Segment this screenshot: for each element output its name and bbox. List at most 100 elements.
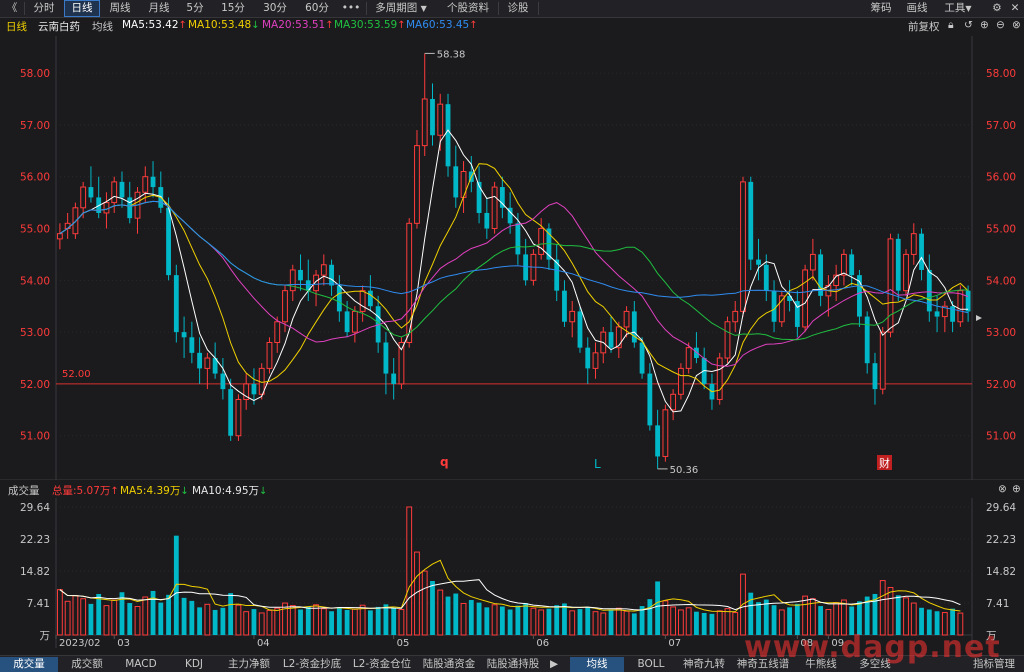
tab-magic-nine[interactable]: 神奇九转 bbox=[678, 657, 730, 672]
ma20-text: MA20:53.51 bbox=[262, 19, 326, 31]
multi-period-label: 多周期图 bbox=[375, 2, 418, 14]
tab-zhouxian[interactable]: 周线 bbox=[104, 1, 136, 16]
y-tick-label-right: 52.00 bbox=[986, 379, 1016, 391]
zoom-in-icon[interactable]: ⊕ bbox=[980, 19, 989, 31]
candle-body bbox=[220, 373, 226, 390]
candle-body bbox=[414, 145, 420, 224]
gear-icon[interactable]: ⚙ bbox=[990, 1, 1004, 16]
x-axis-label: 03 bbox=[117, 638, 130, 649]
tab-macd[interactable]: MACD bbox=[116, 657, 166, 672]
volume-bar bbox=[251, 609, 257, 635]
zoom-out-icon[interactable]: ⊖ bbox=[996, 19, 1005, 31]
tab-turnover[interactable]: 成交额 bbox=[60, 657, 114, 672]
caret-down-icon: ▼ bbox=[420, 4, 427, 13]
tools-dropdown[interactable]: 工具▼ bbox=[938, 1, 978, 16]
scroll-right-icon[interactable]: ▶ bbox=[546, 657, 562, 672]
tab-60min[interactable]: 60分 bbox=[300, 1, 334, 16]
volume-bar bbox=[608, 609, 614, 635]
volume-bar bbox=[453, 593, 459, 635]
candle-body bbox=[538, 228, 545, 255]
candle-body bbox=[662, 409, 669, 457]
stock-profile-button[interactable]: 个股资料 bbox=[440, 1, 496, 16]
volume-y-tick-right: 22.23 bbox=[986, 534, 1016, 546]
tab-main-net[interactable]: 主力净额 bbox=[222, 657, 276, 672]
close-icon[interactable]: ⊗ bbox=[998, 483, 1007, 495]
undo-icon[interactable]: ↺ bbox=[964, 19, 973, 31]
draw-line-button[interactable]: 画线 bbox=[902, 1, 932, 16]
tab-yuexian[interactable]: 月线 bbox=[142, 1, 176, 16]
candle-body bbox=[181, 332, 187, 338]
volume-bar bbox=[538, 609, 545, 636]
lock-icon[interactable]: 🔒︎ bbox=[948, 19, 954, 32]
volume-bar bbox=[103, 605, 110, 636]
stock-name: 云南白药 bbox=[38, 21, 80, 33]
candle-body bbox=[592, 352, 599, 369]
candle-body bbox=[56, 233, 63, 240]
caret-down-icon: ▼ bbox=[965, 4, 972, 13]
candle-body bbox=[957, 290, 964, 323]
back-button[interactable]: 《 bbox=[4, 1, 20, 16]
candle-body bbox=[289, 269, 296, 292]
tab-rixian[interactable]: 日线 bbox=[64, 0, 100, 17]
candle-body bbox=[740, 181, 746, 312]
indicator-info-bar: 日线 云南白药 均线 MA5:53.42↑ MA10:53.48↓ MA20:5… bbox=[0, 17, 1024, 34]
volume-y-tick: 14.82 bbox=[20, 566, 50, 578]
tab-volume[interactable]: 成交量 bbox=[0, 657, 58, 672]
volume-bar bbox=[220, 607, 226, 635]
tab-5min[interactable]: 5分 bbox=[182, 1, 208, 16]
candle-body bbox=[445, 104, 451, 167]
separator bbox=[538, 2, 539, 15]
add-icon[interactable]: ⊕ bbox=[1012, 483, 1021, 495]
y-tick-label-right: 54.00 bbox=[986, 275, 1016, 287]
fuquan-dropdown[interactable]: 前复权 bbox=[908, 19, 940, 34]
reference-line-label: 52.00 bbox=[62, 369, 91, 380]
candle-body bbox=[72, 207, 79, 235]
tab-hk-fund[interactable]: 陆股通资金 bbox=[418, 657, 480, 672]
volume-bar bbox=[724, 608, 731, 636]
candle-body bbox=[142, 176, 149, 193]
volume-y-tick: 22.23 bbox=[20, 534, 50, 546]
tab-hk-hold[interactable]: 陆股通持股 bbox=[482, 657, 544, 672]
candle-body bbox=[879, 331, 886, 390]
price-chart[interactable]: 58.00 58.00 57.00 57.00 56.00 56.00 55.00 55.00… bbox=[0, 34, 1024, 480]
close-icon[interactable]: ✕ bbox=[1008, 1, 1022, 16]
candle-body bbox=[895, 238, 901, 291]
tab-15min[interactable]: 15分 bbox=[216, 1, 250, 16]
volume-bar bbox=[685, 607, 692, 636]
tab-l2-position[interactable]: L2-资金仓位 bbox=[348, 657, 416, 672]
tab-l2-bottom[interactable]: L2-资金抄底 bbox=[278, 657, 346, 672]
y-tick-label-right: 58.00 bbox=[986, 68, 1016, 80]
candle-body bbox=[103, 202, 110, 214]
diagnose-button[interactable]: 诊股 bbox=[502, 1, 534, 16]
candle-body bbox=[344, 311, 350, 333]
volume-bar bbox=[88, 603, 94, 635]
tab-30min[interactable]: 30分 bbox=[258, 1, 292, 16]
tab-fenshi[interactable]: 分时 bbox=[28, 1, 60, 16]
ma-label[interactable]: 均线 bbox=[92, 19, 113, 34]
volume-bar bbox=[289, 605, 296, 636]
candle-body bbox=[166, 207, 171, 276]
tab-kdj[interactable]: KDJ bbox=[168, 657, 220, 672]
candle-body bbox=[756, 259, 761, 265]
x-axis-label: 07 bbox=[668, 638, 681, 649]
y-tick-label-right: 55.00 bbox=[986, 224, 1016, 236]
candle-body bbox=[647, 373, 653, 426]
volume-bar bbox=[64, 600, 71, 636]
candle-body bbox=[562, 290, 567, 322]
chip-button[interactable]: 筹码 bbox=[866, 1, 896, 16]
more-button[interactable]: ••• bbox=[340, 1, 362, 16]
candle-body bbox=[430, 98, 435, 136]
candle-body bbox=[119, 181, 125, 198]
multi-period-dropdown[interactable]: 多周期图 ▼ bbox=[370, 1, 432, 16]
volume-ma5-text: MA5:4.39万 bbox=[120, 485, 181, 497]
close-icon[interactable]: ⊗ bbox=[1012, 19, 1021, 31]
tab-boll[interactable]: BOLL bbox=[626, 657, 676, 672]
tab-ma[interactable]: 均线 bbox=[570, 657, 624, 672]
volume-bar bbox=[243, 611, 250, 636]
arrow-up-icon: ↑ bbox=[110, 486, 119, 497]
volume-bar bbox=[879, 580, 886, 636]
volume-bar bbox=[491, 604, 498, 636]
candle-body bbox=[336, 285, 342, 312]
volume-bar bbox=[166, 594, 171, 635]
volume-bar bbox=[391, 607, 397, 635]
